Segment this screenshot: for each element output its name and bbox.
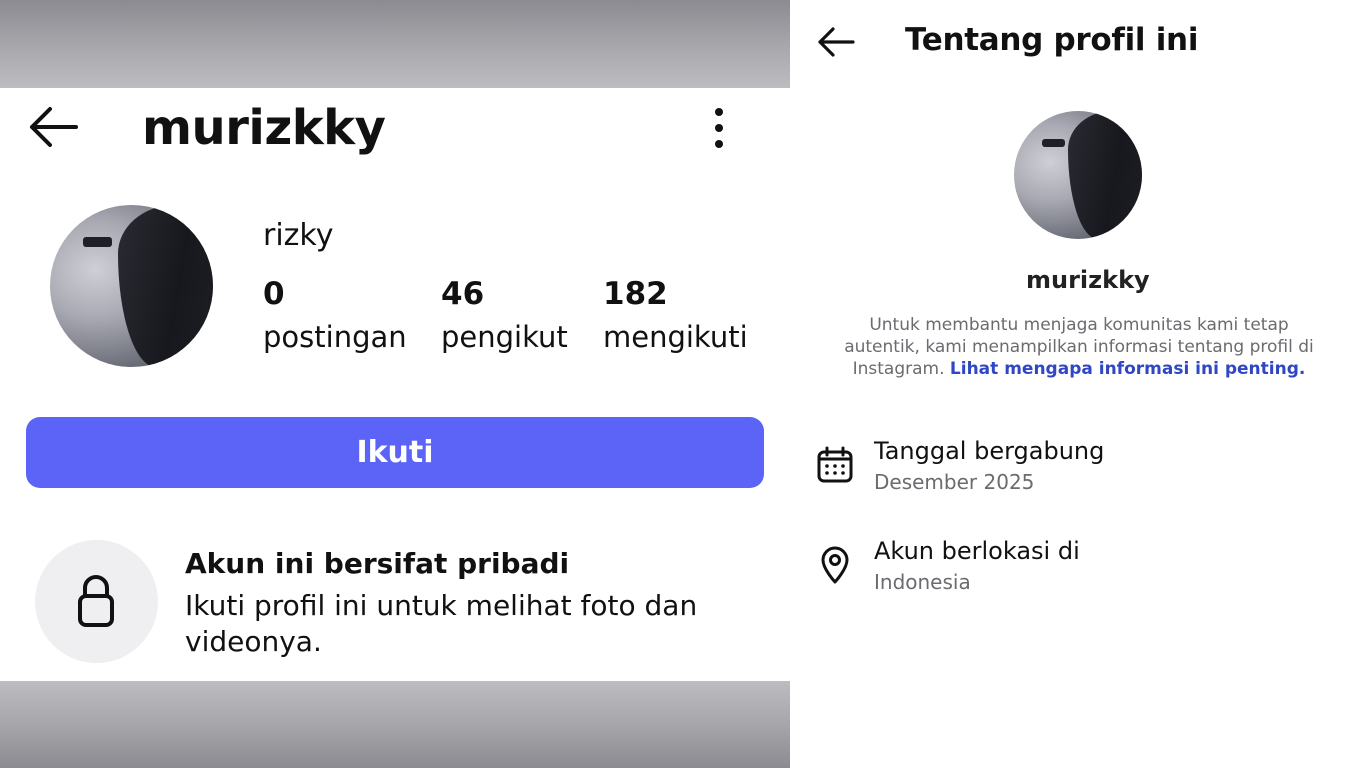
more-options-button[interactable] [702,106,736,150]
location-pin-icon [821,546,849,584]
account-location-title: Akun berlokasi di [874,537,1080,565]
account-location-value: Indonesia [874,570,971,594]
profile-username: murizkky [1026,266,1150,294]
lock-icon [78,575,114,627]
stat-value: 0 [263,276,285,312]
more-vertical-icon [715,108,723,148]
arrow-left-icon [818,27,855,57]
private-account-description: Ikuti profil ini untuk melihat foto dan … [185,589,698,658]
joined-date-title: Tanggal bergabung [874,437,1105,465]
joined-date-value: Desember 2025 [874,470,1035,494]
stat-value: 46 [441,276,485,312]
stat-label: pengikut [441,320,568,354]
back-button[interactable] [816,26,856,58]
stat-posts: 0 postingan [263,276,407,354]
follow-button[interactable]: Ikuti [26,417,764,488]
screenshot-bottom-shade [0,681,790,768]
back-button[interactable] [26,104,80,150]
screenshot-top-shade [0,0,790,88]
stat-label: postingan [263,320,407,354]
info-text: Untuk membantu menjaga komunitas kami te… [840,314,1318,380]
display-name: rizky [263,218,334,253]
stat-label: mengikuti [603,320,748,354]
profile-panel: murizkky rizky 0 postingan 46 pengikut 1… [0,0,790,768]
lock-badge [35,540,158,663]
stat-value: 182 [603,276,668,312]
calendar-icon [817,446,853,483]
stat-following[interactable]: 182 mengikuti [603,276,748,354]
avatar[interactable] [50,205,213,367]
info-link[interactable]: Lihat mengapa informasi ini penting. [950,359,1305,379]
arrow-left-icon [30,107,78,147]
private-account-title: Akun ini bersifat pribadi [185,547,570,580]
stat-followers[interactable]: 46 pengikut [441,276,568,354]
profile-username-title: murizkky [142,100,386,156]
avatar [1014,111,1142,239]
page-title: Tentang profil ini [905,22,1199,58]
